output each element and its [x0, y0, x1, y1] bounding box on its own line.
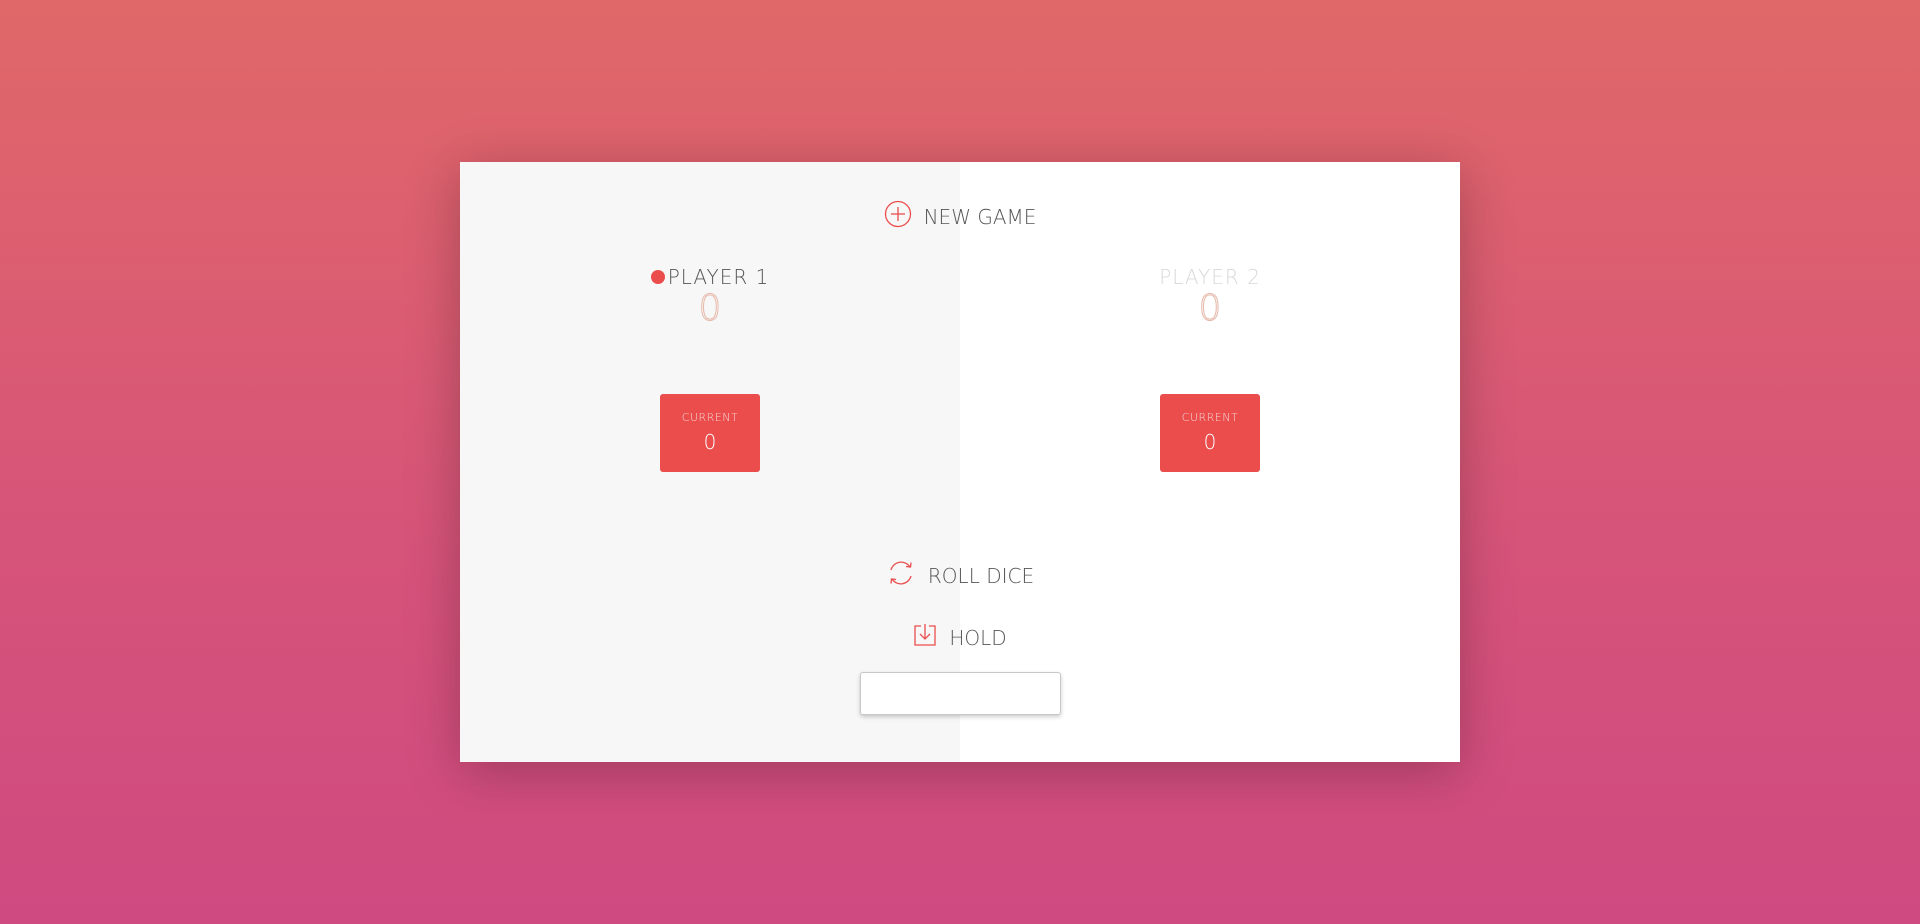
- player-1-current-label: CURRENT: [681, 411, 739, 424]
- download-icon: [913, 623, 937, 652]
- player-1-name: PLAYER 1: [667, 265, 770, 289]
- new-game-label: NEW GAME: [923, 205, 1037, 229]
- roll-dice-label: ROLL DICE: [927, 564, 1035, 588]
- player-2-current-label: CURRENT: [1181, 411, 1239, 424]
- plus-circle-icon: [884, 200, 912, 233]
- player-2-current-score: 0: [1203, 430, 1217, 454]
- final-score-input[interactable]: [860, 672, 1061, 715]
- player-2-name-row: PLAYER 2: [960, 265, 1460, 289]
- player-2-name: PLAYER 2: [1159, 265, 1261, 289]
- player-2-current-box: CURRENT 0: [1160, 394, 1260, 472]
- hold-button[interactable]: HOLD: [460, 623, 1460, 652]
- new-game-button[interactable]: NEW GAME: [460, 200, 1460, 233]
- game-board: PLAYER 1 0 CURRENT 0 PLAYER 2 0 CURRENT …: [460, 162, 1460, 762]
- player-1-score: 0: [698, 288, 722, 330]
- hold-label: HOLD: [949, 626, 1007, 650]
- refresh-icon: [886, 558, 916, 593]
- player-1-current-box: CURRENT 0: [660, 394, 760, 472]
- player-1-name-row: PLAYER 1: [460, 265, 960, 289]
- active-player-dot-icon: [650, 270, 665, 284]
- roll-dice-button[interactable]: ROLL DICE: [460, 561, 1460, 593]
- player-1-current-score: 0: [703, 430, 717, 454]
- player-2-score: 0: [1198, 288, 1222, 330]
